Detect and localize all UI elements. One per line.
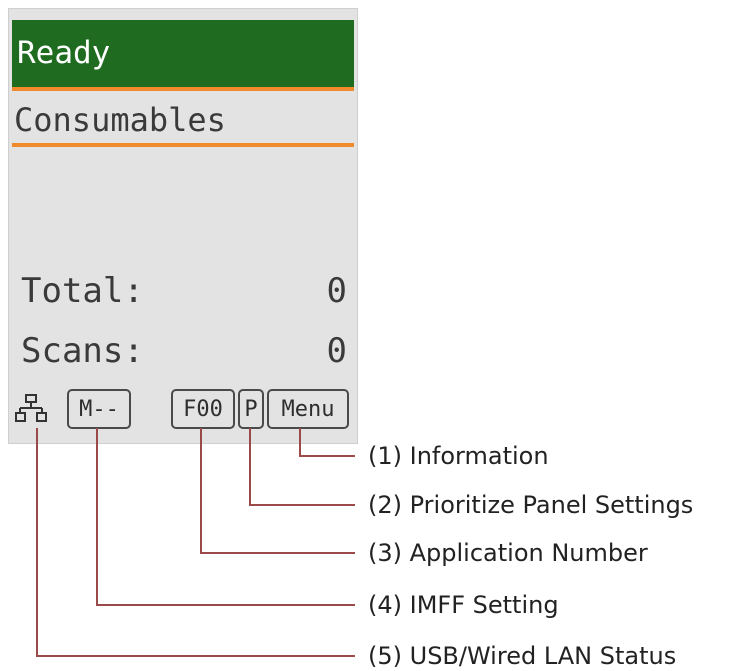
callout-line-information — [299, 428, 355, 457]
callout-line-imff — [96, 428, 355, 606]
callout-prioritize-panel: (2) Prioritize Panel Settings — [368, 491, 694, 519]
callout-lan-status: (5) USB/Wired LAN Status — [368, 642, 677, 670]
callout-line-lan — [36, 428, 355, 657]
callout-line-application — [200, 428, 355, 554]
callout-information: (1) Information — [368, 442, 549, 470]
callout-lines — [36, 428, 355, 657]
callout-line-prioritize — [249, 428, 355, 506]
callout-imff-setting: (4) IMFF Setting — [368, 591, 559, 619]
callout-application-number: (3) Application Number — [368, 539, 648, 567]
